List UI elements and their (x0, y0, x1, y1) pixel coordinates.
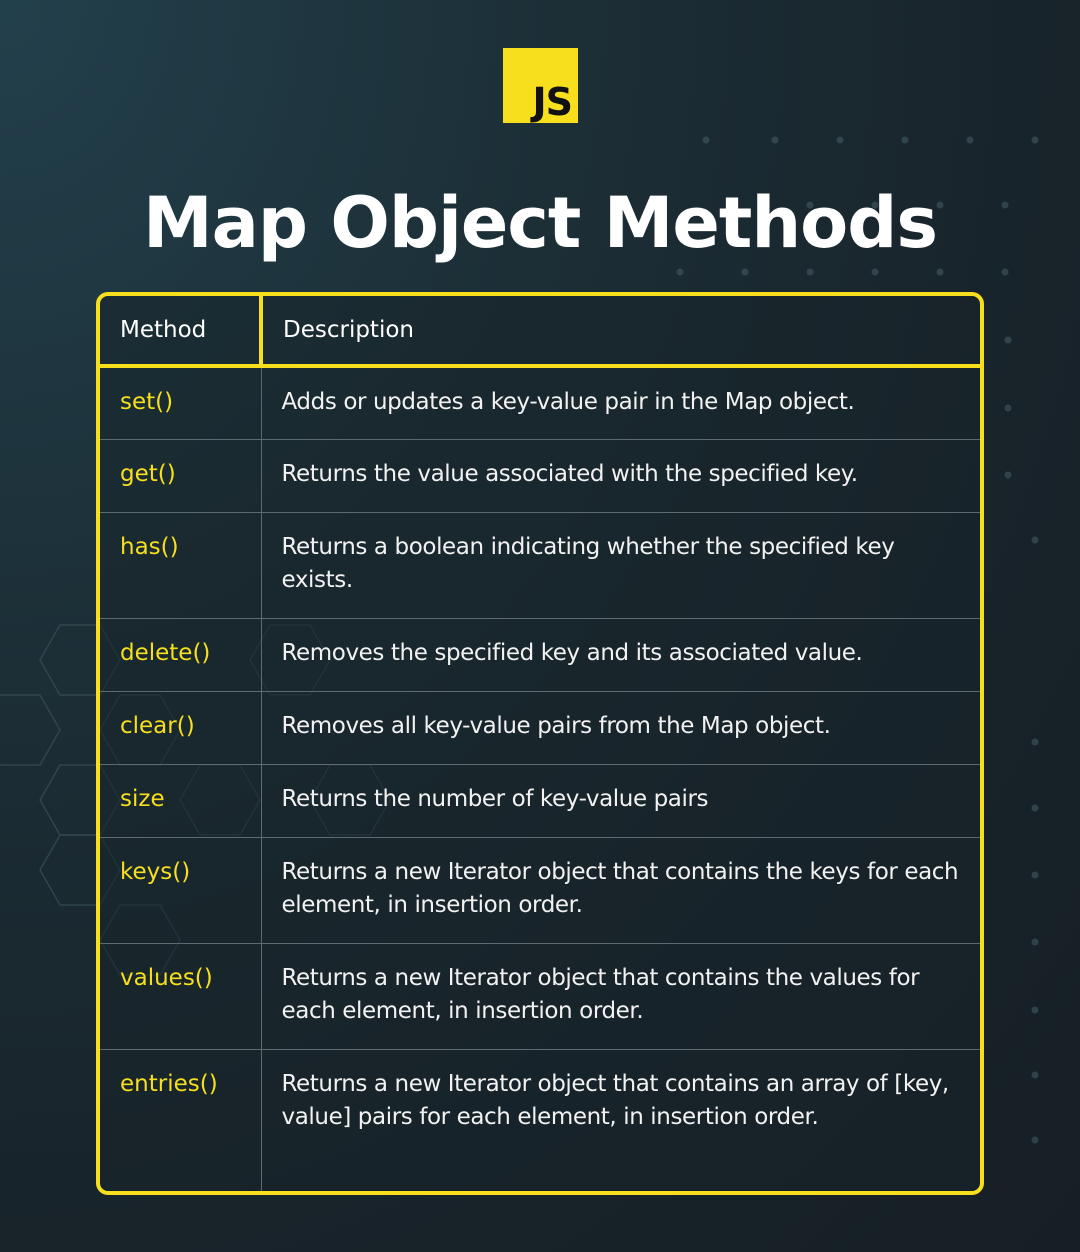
method-description: Returns a boolean indicating whether the… (261, 511, 980, 618)
method-description: Returns a new Iterator object that conta… (261, 942, 980, 1049)
method-description: Removes the specified key and its associ… (261, 617, 980, 691)
methods-table-container: Method Description set() Adds or updates… (96, 292, 984, 1195)
method-name: values() (100, 942, 262, 1049)
method-name: has() (100, 511, 262, 618)
method-name: get() (100, 438, 262, 512)
method-description: Adds or updates a key-value pair in the … (281, 389, 855, 415)
table-row: entries() Returns a new Iterator object … (100, 1048, 980, 1191)
page-title: Map Object Methods (142, 182, 938, 264)
table-row: clear() Removes all key-value pairs from… (100, 690, 980, 764)
table-row: values() Returns a new Iterator object t… (100, 942, 980, 1049)
method-description: Removes all key-value pairs from the Map… (261, 690, 980, 764)
method-description: Returns a new Iterator object that conta… (261, 1048, 980, 1191)
method-name: set() (100, 366, 262, 439)
table-row: get() Returns the value associated with … (100, 438, 980, 512)
method-description: Returns the number of key-value pairs (261, 763, 980, 837)
table-row: delete() Removes the specified key and i… (100, 617, 980, 691)
js-logo-icon: JS (503, 48, 578, 123)
methods-table: Method Description set() Adds or updates… (100, 296, 980, 1191)
method-description: Returns a new Iterator object that conta… (261, 836, 980, 943)
js-logo-text: JS (532, 80, 573, 124)
table-row: has() Returns a boolean indicating wheth… (100, 511, 980, 618)
method-description: Returns the value associated with the sp… (261, 438, 980, 512)
table-row: keys() Returns a new Iterator object tha… (100, 836, 980, 943)
column-header-method: Method (100, 296, 263, 368)
table-header-row: Method Description (100, 296, 980, 368)
method-name: keys() (100, 836, 262, 943)
method-name: clear() (100, 690, 262, 764)
method-name: size (100, 763, 262, 837)
method-name: entries() (100, 1048, 262, 1191)
table-row: size Returns the number of key-value pai… (100, 763, 980, 837)
column-header-description: Description (261, 296, 980, 368)
method-name: delete() (100, 617, 262, 691)
table-row: set() Adds or updates a key-value pair i… (100, 366, 980, 439)
